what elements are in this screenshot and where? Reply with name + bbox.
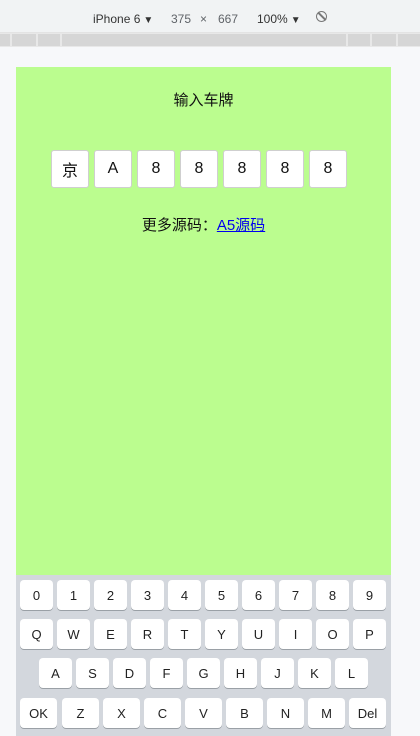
key-0[interactable]: 0 [20,580,53,610]
key-6[interactable]: 6 [242,580,275,610]
plate-char-4[interactable]: 8 [180,150,218,188]
key-f[interactable]: F [150,658,183,688]
key-t[interactable]: T [168,619,201,649]
key-8[interactable]: 8 [316,580,349,610]
viewport-height[interactable]: 667 [218,12,238,26]
key-d[interactable]: D [113,658,146,688]
device-select[interactable]: iPhone 6 ▼ [93,12,153,26]
more-source-line: 更多源码：A5源码 [16,214,391,235]
viewport-width[interactable]: 375 [171,12,191,26]
key-s[interactable]: S [76,658,109,688]
throttle-icon[interactable] [316,11,327,22]
dimension-separator: × [200,12,208,26]
plate-char-7[interactable]: 8 [309,150,347,188]
key-o[interactable]: O [316,619,349,649]
key-i[interactable]: I [279,619,312,649]
key-x[interactable]: X [103,698,140,728]
key-r[interactable]: R [131,619,164,649]
key-1[interactable]: 1 [57,580,90,610]
key-m[interactable]: M [308,698,345,728]
key-z[interactable]: Z [62,698,99,728]
key-5[interactable]: 5 [205,580,238,610]
key-n[interactable]: N [267,698,304,728]
key-c[interactable]: C [144,698,181,728]
key-v[interactable]: V [185,698,222,728]
phone-screen: 输入车牌 京 A 8 8 8 8 8 更多源码：A5源码 0 1 2 3 4 5… [16,67,391,736]
key-j[interactable]: J [261,658,294,688]
more-source-link[interactable]: A5源码 [217,217,265,234]
key-q[interactable]: Q [20,619,53,649]
zoom-select[interactable]: 100% ▼ [257,12,301,26]
key-l[interactable]: L [335,658,368,688]
plate-char-1[interactable]: 京 [51,150,89,188]
key-y[interactable]: Y [205,619,238,649]
key-9[interactable]: 9 [353,580,386,610]
key-4[interactable]: 4 [168,580,201,610]
plate-char-2[interactable]: A [94,150,132,188]
chevron-down-icon: ▼ [290,15,301,26]
device-name: iPhone 6 [93,12,141,26]
plate-char-5[interactable]: 8 [223,150,261,188]
chevron-down-icon: ▼ [143,15,154,26]
plate-char-6[interactable]: 8 [266,150,304,188]
key-ok[interactable]: OK [20,698,57,728]
key-a[interactable]: A [39,658,72,688]
key-e[interactable]: E [94,619,127,649]
media-query-ruler [0,33,420,47]
key-p[interactable]: P [353,619,386,649]
key-7[interactable]: 7 [279,580,312,610]
key-2[interactable]: 2 [94,580,127,610]
key-w[interactable]: W [57,619,90,649]
key-h[interactable]: H [224,658,257,688]
key-g[interactable]: G [187,658,220,688]
key-3[interactable]: 3 [131,580,164,610]
plate-keyboard: 0 1 2 3 4 5 6 7 8 9 Q W E R T Y U I O P … [16,575,391,736]
zoom-value: 100% [257,12,288,26]
key-b[interactable]: B [226,698,263,728]
page-title: 输入车牌 [173,92,234,109]
key-u[interactable]: U [242,619,275,649]
more-source-label: 更多源码： [141,217,217,234]
key-del[interactable]: Del [349,698,386,728]
key-k[interactable]: K [298,658,331,688]
plate-char-3[interactable]: 8 [137,150,175,188]
devtools-toolbar: iPhone 6 ▼ 375 × 667 100% ▼ [0,0,420,33]
